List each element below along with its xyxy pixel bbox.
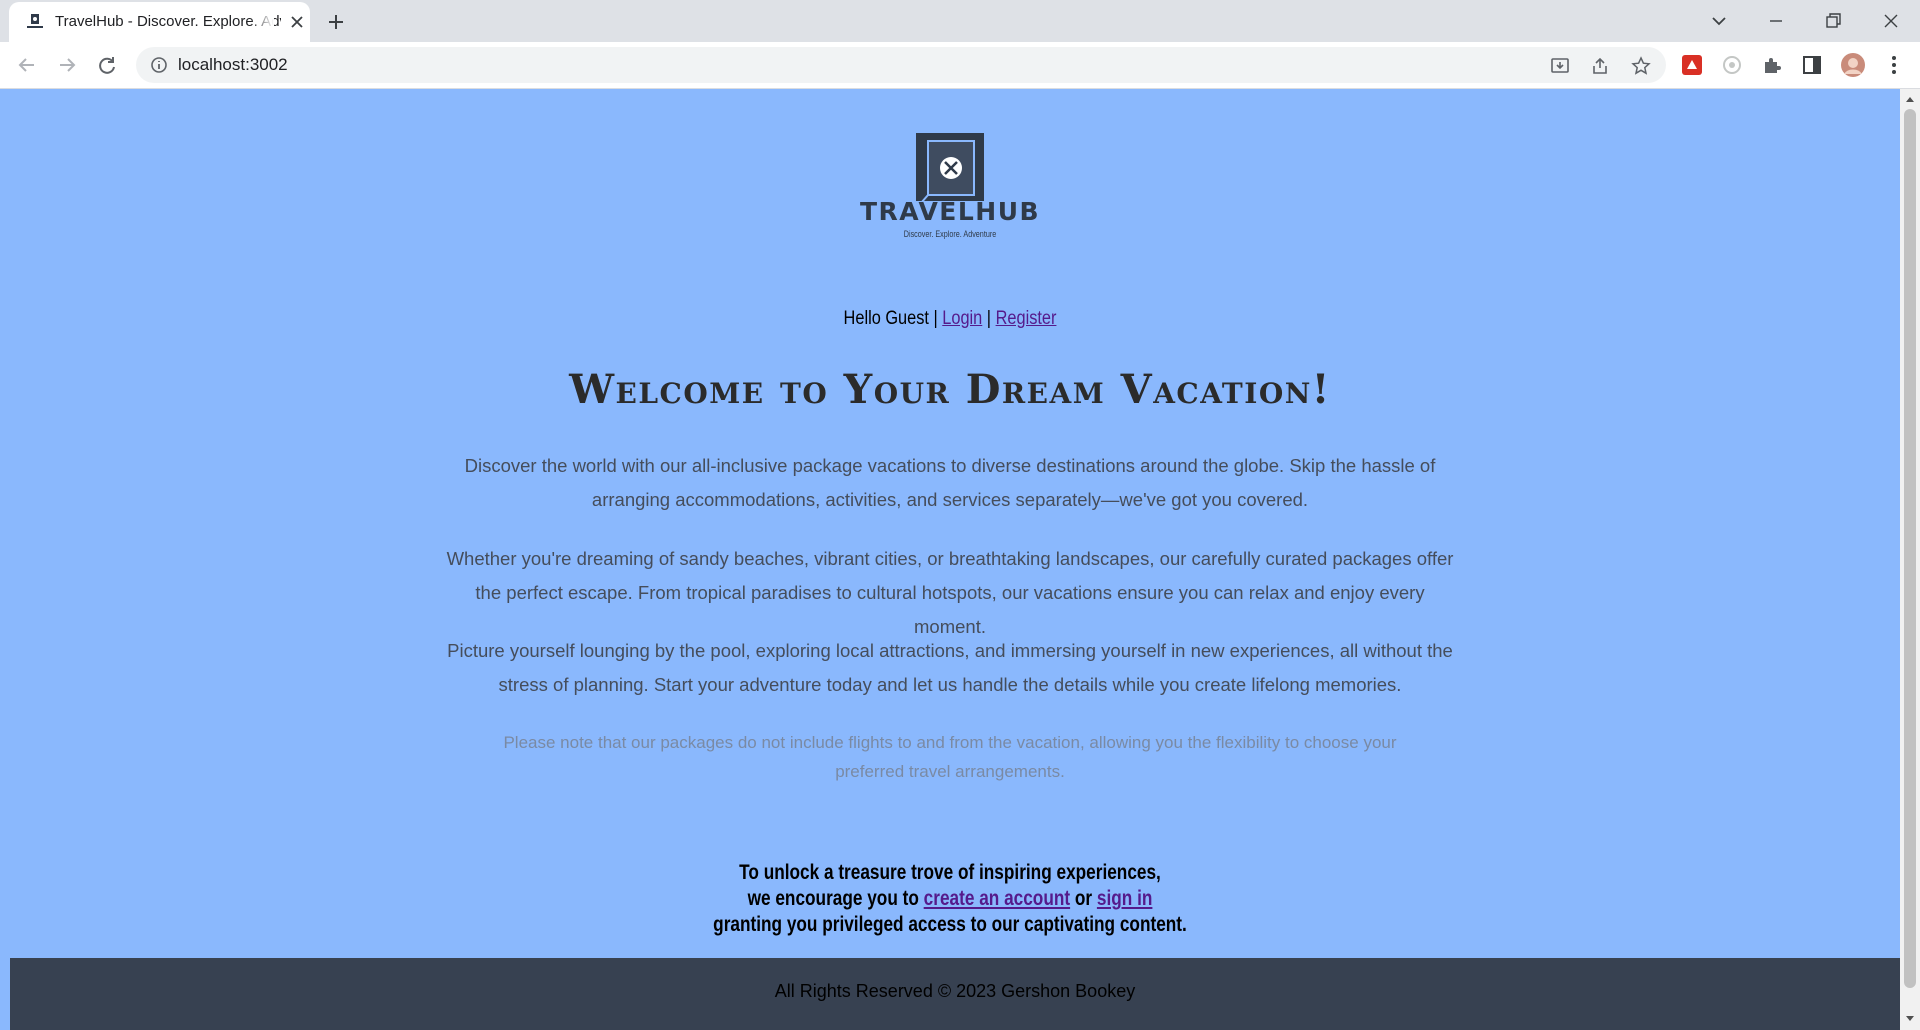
scroll-up-arrow-icon[interactable]	[1900, 93, 1920, 105]
new-tab-icon[interactable]	[324, 10, 348, 34]
greeting-text: Hello Guest	[843, 308, 929, 329]
cta-line-2: we encourage you to create an account or…	[171, 886, 1729, 912]
flights-note: Please note that our packages do not inc…	[503, 733, 1397, 781]
page-footer: All Rights Reserved © 2023 Gershon Booke…	[10, 958, 1900, 1030]
browser-menu-icon[interactable]	[1882, 53, 1906, 77]
travelhub-logo[interactable]: TRAVELHUB Discover. Explore. Adventure	[860, 133, 1040, 243]
close-window-icon[interactable]	[1878, 8, 1904, 34]
close-tab-icon[interactable]	[288, 13, 306, 31]
vertical-scrollbar[interactable]	[1900, 89, 1920, 1030]
forward-arrow-icon[interactable]	[55, 53, 79, 77]
intro-paragraph: Discover the world with our all-inclusiv…	[464, 455, 1436, 510]
cta-line-1: To unlock a treasure trove of inspiring …	[739, 861, 1161, 884]
cta-line-3: granting you privileged access to our ca…	[713, 913, 1187, 936]
brand-name: TRAVELHUB	[860, 197, 1041, 226]
extension-ring-icon[interactable]	[1720, 53, 1744, 77]
separator: |	[933, 308, 938, 329]
extension-red-icon[interactable]	[1680, 53, 1704, 77]
side-panel-icon[interactable]	[1800, 53, 1824, 77]
destinations-paragraph: Whether you're dreaming of sandy beaches…	[446, 548, 1454, 637]
page-title: Welcome to Your Dream Vacation!	[569, 366, 1331, 413]
tab-title-fade	[250, 8, 274, 36]
tab-strip: TravelHub - Discover. Explore. Adventure	[0, 0, 1920, 42]
scroll-down-arrow-icon[interactable]	[1900, 1013, 1920, 1025]
separator: |	[986, 308, 992, 329]
share-icon[interactable]	[1590, 56, 1610, 76]
user-greeting-bar: Hello Guest | Login | Register	[133, 308, 1767, 330]
register-link[interactable]: Register	[996, 308, 1057, 329]
experience-paragraph: Picture yourself lounging by the pool, e…	[447, 640, 1453, 695]
copyright-text: All Rights Reserved © 2023 Gershon Booke…	[774, 981, 1136, 1001]
signup-call-to-action: To unlock a treasure trove of inspiring …	[0, 860, 1900, 938]
tab-title: TravelHub - Discover. Explore. Adventure	[55, 13, 281, 30]
travelhub-favicon-icon	[27, 14, 43, 28]
page-viewport: TRAVELHUB Discover. Explore. Adventure H…	[0, 89, 1900, 1030]
extensions-puzzle-icon[interactable]	[1760, 53, 1784, 77]
sign-in-link[interactable]: sign in	[1097, 887, 1152, 910]
cta-or-text: or	[1074, 887, 1093, 910]
create-account-link[interactable]: create an account	[924, 887, 1070, 910]
site-info-icon[interactable]	[150, 56, 168, 74]
install-app-icon[interactable]	[1550, 56, 1570, 76]
url-text: localhost:3002	[178, 55, 288, 74]
bookmark-star-icon[interactable]	[1631, 56, 1651, 76]
reload-icon[interactable]	[95, 53, 119, 77]
profile-avatar-icon[interactable]	[1840, 52, 1866, 78]
tab-search-chevron-icon[interactable]	[1706, 8, 1732, 34]
brand-tagline: Discover. Explore. Adventure	[903, 229, 997, 239]
address-bar[interactable]: localhost:3002	[136, 47, 1666, 83]
scrollbar-thumb[interactable]	[1904, 109, 1916, 988]
cta-line-2-prefix: we encourage you to	[747, 887, 919, 910]
restore-icon[interactable]	[1820, 8, 1846, 34]
browser-toolbar: localhost:3002	[0, 42, 1920, 89]
login-link[interactable]: Login	[942, 308, 982, 329]
browser-tab[interactable]: TravelHub - Discover. Explore. Adventure	[9, 2, 310, 42]
passport-icon	[916, 133, 984, 204]
back-arrow-icon[interactable]	[15, 53, 39, 77]
minimize-icon[interactable]	[1763, 8, 1789, 34]
